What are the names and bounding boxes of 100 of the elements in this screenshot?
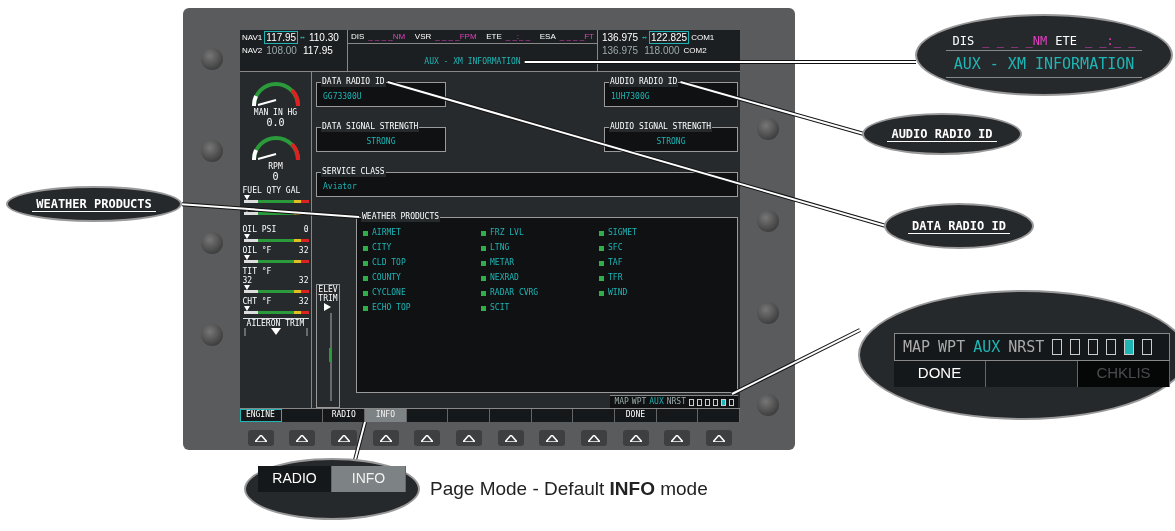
box-title: DATA SIGNAL STRENGTH bbox=[321, 122, 420, 132]
softkey[interactable]: INFO bbox=[365, 409, 407, 422]
box-value: Aviator bbox=[323, 182, 358, 192]
swap-arrow: ↔ bbox=[300, 32, 305, 43]
product-name: SIGMET bbox=[608, 228, 637, 238]
product-name: TAF bbox=[608, 258, 623, 268]
gauge-label: CHT °F bbox=[242, 297, 272, 306]
field-value: _ _:_ _ bbox=[505, 32, 531, 41]
knob-icon[interactable] bbox=[200, 232, 223, 254]
knob-icon[interactable] bbox=[200, 324, 223, 346]
triangle-icon bbox=[588, 434, 601, 442]
softkey[interactable]: RADIO bbox=[323, 409, 365, 422]
box-value: STRONG bbox=[365, 137, 397, 147]
page-group-label: WPT bbox=[938, 338, 966, 356]
softkey[interactable]: RADIO bbox=[258, 466, 332, 492]
product-name: SCIT bbox=[490, 303, 510, 313]
com-active-frequency: 136.975 bbox=[601, 44, 640, 57]
product-name: TFR bbox=[608, 273, 623, 283]
gauge-value: 0 bbox=[272, 171, 279, 182]
com-active-frequency: 136.975 bbox=[601, 31, 640, 44]
gauge-label: OIL PSI bbox=[242, 225, 277, 234]
gauge-value: 32 bbox=[242, 276, 253, 285]
field-value: _ _ _ _FPM bbox=[435, 32, 477, 41]
knob-icon[interactable] bbox=[756, 394, 779, 416]
product-name: CLD TOP bbox=[372, 258, 406, 268]
box-title: AUDIO RADIO ID bbox=[609, 77, 679, 87]
softkey-button[interactable] bbox=[331, 430, 358, 446]
callout-label: AUDIO RADIO ID bbox=[887, 126, 997, 142]
field-label: ESA bbox=[539, 32, 556, 41]
product-name: COUNTY bbox=[372, 273, 401, 283]
gauge-value: 0 bbox=[303, 225, 309, 234]
softkey[interactable] bbox=[490, 409, 532, 422]
knob-icon[interactable] bbox=[756, 302, 779, 324]
gauge-label: AILERON TRIM bbox=[245, 319, 306, 328]
product-name: ECHO TOP bbox=[372, 303, 411, 313]
knob-icon[interactable] bbox=[200, 140, 223, 162]
gauge-value: 32 bbox=[298, 297, 309, 306]
nav-standby-frequency: 117.95 bbox=[301, 44, 334, 57]
softkey[interactable] bbox=[281, 409, 324, 422]
trim-indicator-drawing bbox=[242, 328, 309, 336]
product-name: RADAR CVRG bbox=[490, 288, 539, 298]
com-standby-frequency: 122.825 bbox=[649, 31, 690, 44]
field-value: _ _:_ _ bbox=[1084, 32, 1136, 50]
gauge-value: 32 bbox=[298, 276, 309, 285]
softkey[interactable] bbox=[656, 409, 699, 422]
page-title: AUX - XM INFORMATION bbox=[945, 49, 1143, 79]
page-group-label: MAP bbox=[903, 338, 931, 356]
com-label: COM2 bbox=[683, 46, 707, 55]
triangle-icon bbox=[254, 434, 267, 442]
softkey[interactable] bbox=[406, 409, 449, 422]
nav-label: NAV2 bbox=[242, 46, 263, 55]
triangle-icon bbox=[629, 434, 642, 442]
box-title: DATA RADIO ID bbox=[321, 77, 386, 87]
softkey[interactable] bbox=[573, 409, 616, 422]
triangle-icon bbox=[671, 434, 684, 442]
field-label: DIS bbox=[351, 32, 365, 41]
softkey-button[interactable] bbox=[372, 430, 399, 446]
softkey[interactable]: DONE bbox=[615, 409, 657, 422]
knob-icon[interactable] bbox=[756, 210, 779, 232]
bar-gauge-drawing bbox=[242, 255, 309, 263]
triangle-icon bbox=[421, 434, 434, 442]
page-group-label: NRST bbox=[666, 397, 686, 407]
softkey[interactable] bbox=[448, 409, 491, 422]
field-label: DIS bbox=[952, 32, 975, 50]
field-label: VSR bbox=[414, 32, 432, 41]
softkey-button[interactable] bbox=[456, 430, 483, 446]
softkey-button[interactable] bbox=[581, 430, 608, 446]
softkey-button[interactable] bbox=[706, 430, 733, 446]
softkey-button[interactable] bbox=[497, 430, 524, 446]
page-group-label: NRST bbox=[1008, 338, 1045, 356]
gauge-label: FUEL QTY GAL bbox=[242, 186, 301, 195]
softkey-button[interactable] bbox=[664, 430, 691, 446]
softkey-button[interactable] bbox=[622, 430, 649, 446]
box-title: SERVICE CLASS bbox=[321, 167, 386, 177]
box-title: AUDIO SIGNAL STRENGTH bbox=[609, 122, 713, 132]
softkey[interactable] bbox=[531, 409, 574, 422]
product-name: CITY bbox=[372, 243, 392, 253]
softkey-button[interactable] bbox=[414, 430, 441, 446]
product-name: CYCLONE bbox=[372, 288, 406, 298]
triangle-icon bbox=[713, 434, 726, 442]
bar-gauge-drawing bbox=[242, 306, 309, 314]
softkey[interactable] bbox=[698, 409, 741, 422]
softkey[interactable]: ENGINE bbox=[240, 409, 282, 422]
softkey-button[interactable] bbox=[247, 430, 274, 446]
product-name: LTNG bbox=[490, 243, 510, 253]
triangle-icon bbox=[296, 434, 309, 442]
knob-icon[interactable] bbox=[756, 118, 779, 140]
product-name: FRZ LVL bbox=[490, 228, 524, 238]
product-name: AIRMET bbox=[372, 228, 401, 238]
page-group-label: AUX bbox=[973, 338, 1001, 356]
knob-icon[interactable] bbox=[200, 48, 223, 70]
product-name: WIND bbox=[608, 288, 628, 298]
triangle-icon bbox=[338, 434, 351, 442]
field-label: ETE bbox=[1055, 32, 1077, 50]
box-value: STRONG bbox=[655, 137, 687, 147]
softkey-button[interactable] bbox=[539, 430, 566, 446]
com-label: COM1 bbox=[691, 33, 715, 42]
field-label: ETE bbox=[486, 32, 502, 41]
softkey-button[interactable] bbox=[289, 430, 316, 446]
softkey[interactable]: DONE bbox=[894, 361, 986, 387]
